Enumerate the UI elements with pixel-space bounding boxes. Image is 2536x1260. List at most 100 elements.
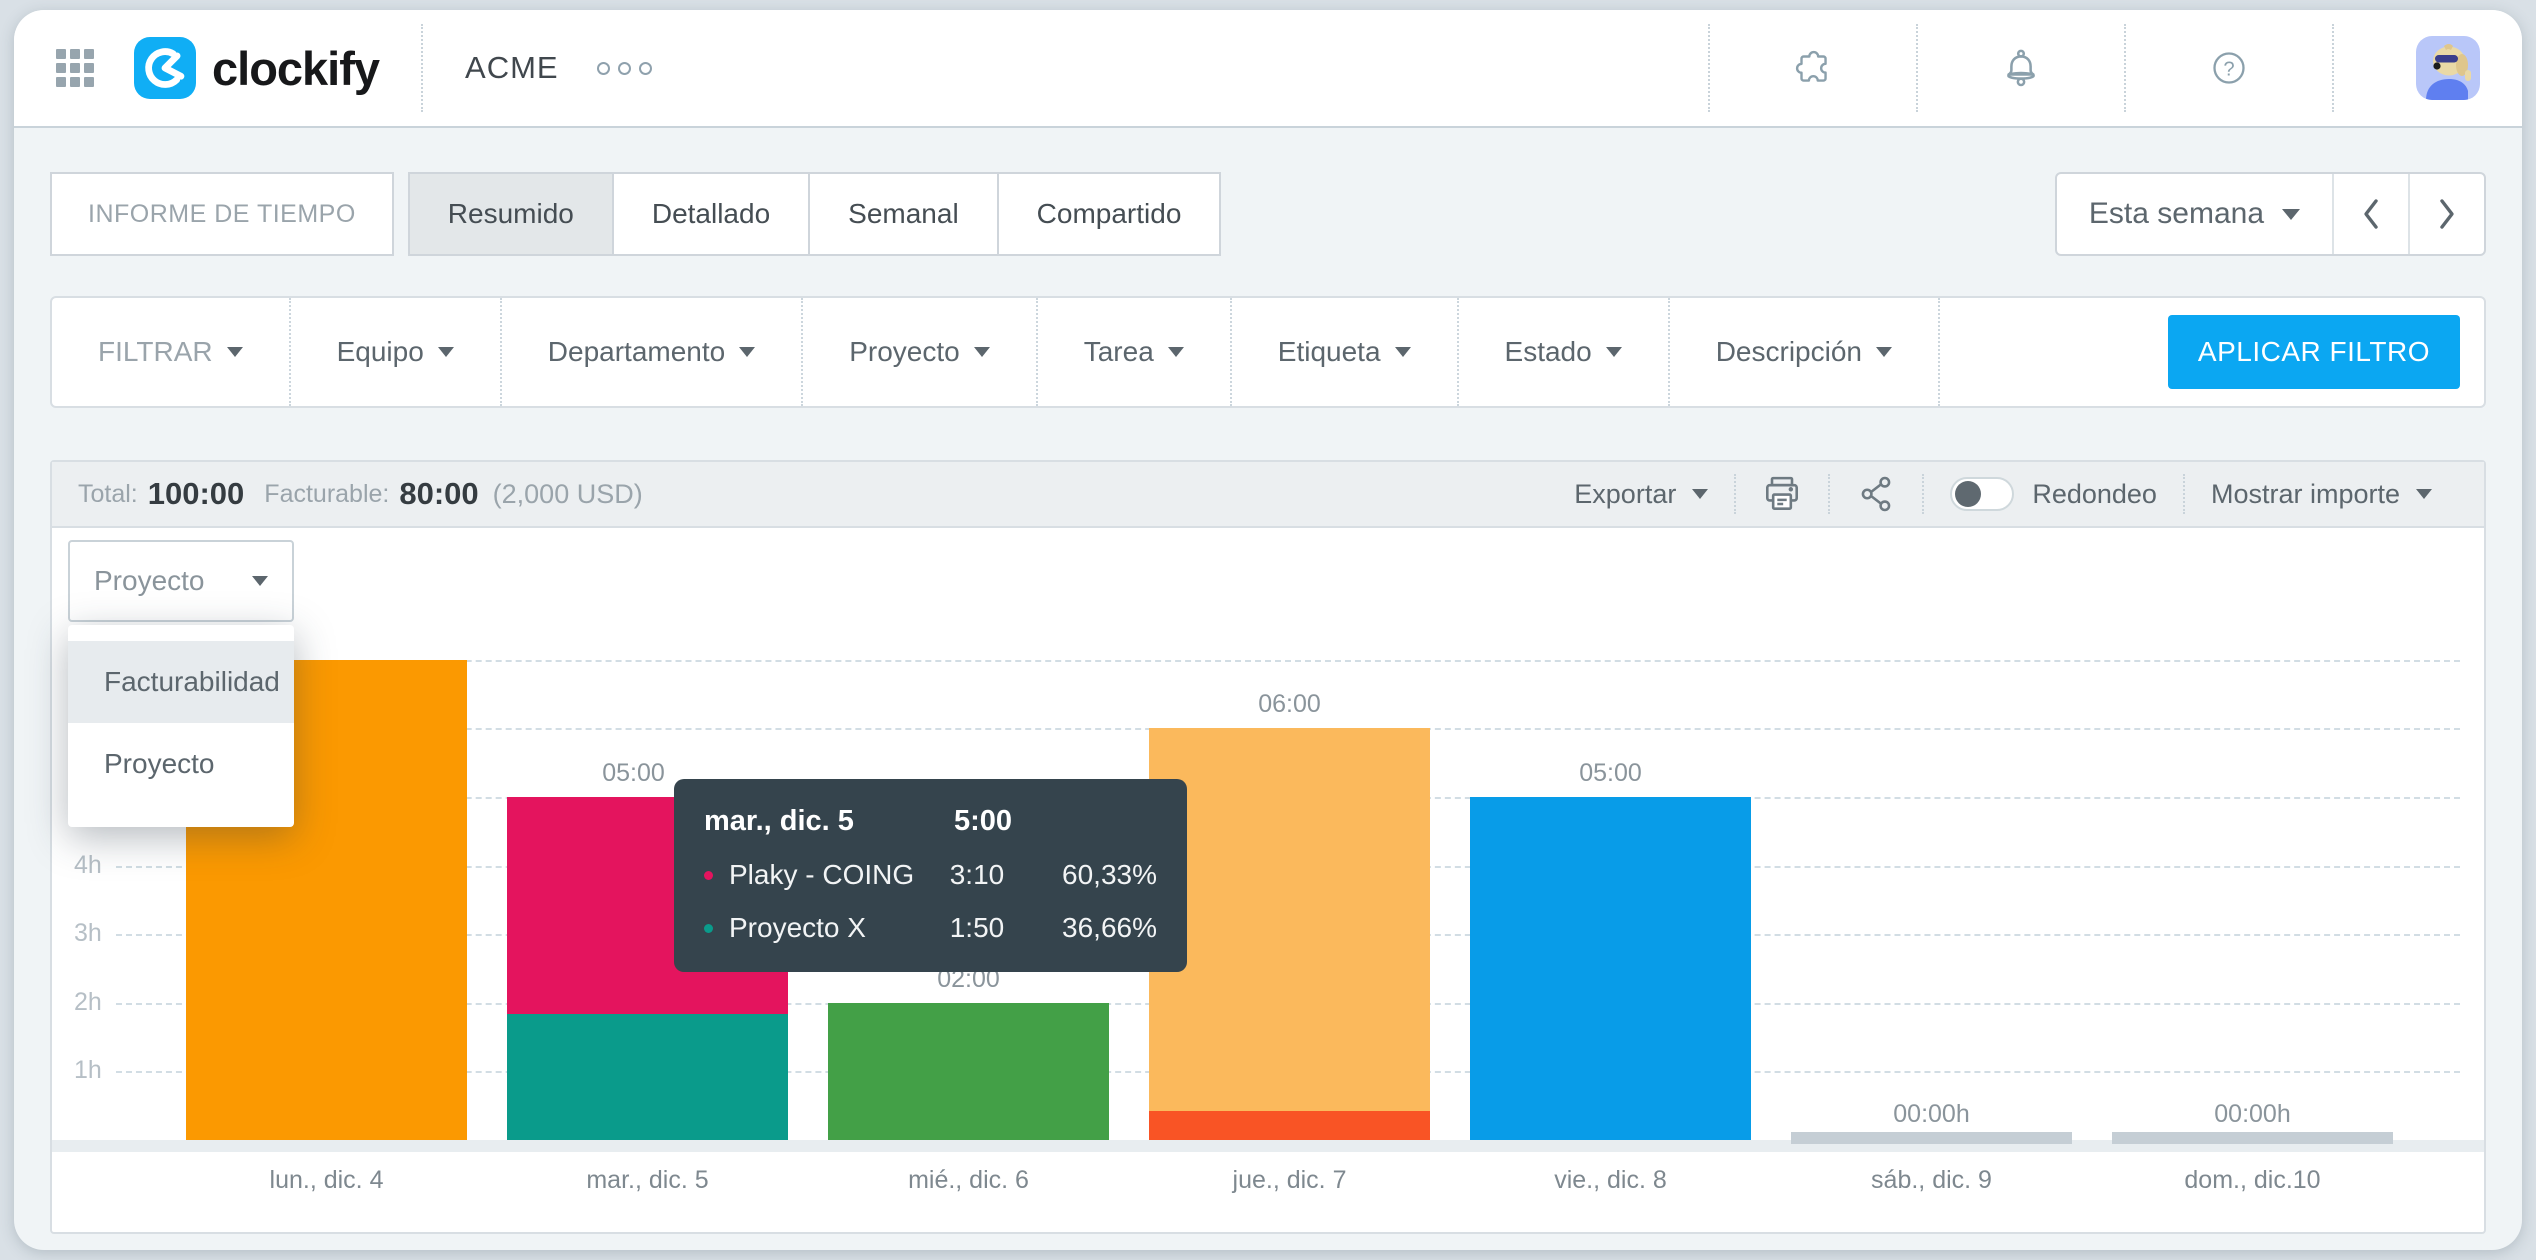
bar-value-label-4: 05:00 <box>1470 759 1751 788</box>
notifications-bell-icon[interactable] <box>1960 48 2082 88</box>
filter-item-descripción[interactable]: Descripción <box>1670 298 1940 406</box>
workspace-name[interactable]: ACME <box>465 50 559 86</box>
chevron-down-icon <box>1395 347 1411 357</box>
y-axis-tick-4h: 4h <box>74 851 120 880</box>
tab-detallado[interactable]: Detallado <box>612 172 810 256</box>
filter-item-departamento[interactable]: Departamento <box>502 298 803 406</box>
print-button[interactable] <box>1736 462 1828 526</box>
total-value: 100:00 <box>148 476 245 512</box>
billable-label: Facturable: <box>264 480 389 509</box>
filter-item-tarea[interactable]: Tarea <box>1038 298 1232 406</box>
tab-resumido[interactable]: Resumido <box>408 172 614 256</box>
tooltip-project-time: 3:10 <box>950 859 1062 891</box>
export-label: Exportar <box>1574 479 1676 510</box>
chart-tooltip: mar., dic. 5 5:00 Plaky - COING3:1060,33… <box>674 779 1187 972</box>
x-axis-label-5: sáb., dic. 9 <box>1791 1166 2072 1195</box>
divider <box>421 24 423 112</box>
chevron-down-icon <box>1168 347 1184 357</box>
divider <box>1916 24 1918 112</box>
filter-item-estado[interactable]: Estado <box>1459 298 1670 406</box>
previous-period-button[interactable] <box>2332 174 2408 254</box>
billable-amount: (2,000 USD) <box>493 479 643 510</box>
rounding-label: Redondeo <box>2032 479 2157 510</box>
date-range-label: Esta semana <box>2089 197 2264 231</box>
tooltip-project-percent: 60,33% <box>1062 859 1157 891</box>
apply-filter-button[interactable]: APLICAR FILTRO <box>2168 315 2460 389</box>
chevron-down-icon <box>974 347 990 357</box>
svg-text:?: ? <box>2223 59 2234 81</box>
tooltip-project-percent: 36,66% <box>1062 912 1157 944</box>
chevron-down-icon <box>1876 347 1892 357</box>
app-window: clockify ACME <box>14 10 2522 1250</box>
filter-item-label: Tarea <box>1084 336 1154 368</box>
bar-2[interactable] <box>828 1003 1109 1140</box>
tab-semanal[interactable]: Semanal <box>808 172 999 256</box>
chevron-down-icon <box>252 576 268 586</box>
y-axis-tick-1h: 1h <box>74 1056 120 1085</box>
filter-item-label: Proyecto <box>849 336 960 368</box>
filter-item-label: Descripción <box>1716 336 1862 368</box>
top-bar: clockify ACME <box>14 10 2522 128</box>
tooltip-header: mar., dic. 5 5:00 <box>704 805 1157 838</box>
grouping-selected-value: Proyecto <box>94 565 205 597</box>
chevron-down-icon <box>1692 489 1708 499</box>
project-color-dot <box>704 871 713 880</box>
chevron-down-icon <box>438 347 454 357</box>
share-button[interactable] <box>1830 462 1922 526</box>
chevron-down-icon <box>2282 209 2300 220</box>
grouping-select[interactable]: Proyecto <box>68 540 294 622</box>
report-tabs: ResumidoDetalladoSemanalCompartido <box>410 172 1222 256</box>
workspace-overflow-icon[interactable] <box>597 62 652 75</box>
bar-segment-green <box>828 1003 1109 1140</box>
filter-item-label: Estado <box>1505 336 1592 368</box>
user-avatar[interactable] <box>2416 36 2480 100</box>
filter-item-label: Etiqueta <box>1278 336 1381 368</box>
bar-4[interactable] <box>1470 797 1751 1140</box>
filter-menu-button[interactable]: FILTRAR <box>52 298 291 406</box>
x-axis-label-6: dom., dic.10 <box>2112 1166 2393 1195</box>
filter-items: Equipo Departamento Proyecto Tarea Etiqueta E… <box>291 298 1940 406</box>
show-amount-dropdown[interactable]: Mostrar importe <box>2185 462 2458 526</box>
help-icon[interactable]: ? <box>2168 47 2290 89</box>
filter-item-etiqueta[interactable]: Etiqueta <box>1232 298 1459 406</box>
next-period-button[interactable] <box>2408 174 2484 254</box>
clockify-logo-icon[interactable] <box>134 37 196 99</box>
chevron-down-icon <box>1606 347 1622 357</box>
divider <box>1708 24 1710 112</box>
chart-plot: Proyecto FacturabilidadProyecto mar., di… <box>52 528 2484 1232</box>
report-card: Total: 100:00 Facturable: 80:00 (2,000 U… <box>50 460 2486 1234</box>
rounding-toggle[interactable] <box>1950 477 2014 511</box>
bar-value-label-3: 06:00 <box>1149 690 1430 719</box>
chevron-down-icon <box>227 347 243 357</box>
bar-value-label-5: 00:00h <box>1791 1100 2072 1129</box>
grouping-option-proyecto[interactable]: Proyecto <box>68 723 294 805</box>
bar-segment-red_orange <box>1149 1111 1430 1140</box>
x-axis-label-4: vie., dic. 8 <box>1470 1166 1751 1195</box>
bar-3[interactable] <box>1149 728 1430 1140</box>
filter-item-label: Equipo <box>337 336 424 368</box>
export-button[interactable]: Exportar <box>1548 462 1734 526</box>
filter-item-proyecto[interactable]: Proyecto <box>803 298 1038 406</box>
filter-label: FILTRAR <box>98 336 213 368</box>
bar-segment-blue <box>1470 797 1751 1140</box>
tooltip-project-time: 1:50 <box>950 912 1062 944</box>
filter-item-equipo[interactable]: Equipo <box>291 298 502 406</box>
bar-segment-teal <box>507 1014 788 1140</box>
tooltip-project-name: Proyecto X <box>729 912 950 944</box>
tab-compartido[interactable]: Compartido <box>997 172 1222 256</box>
divider <box>2332 24 2334 112</box>
tooltip-row: Proyecto X1:5036,66% <box>704 912 1157 944</box>
bar-zero-5[interactable] <box>1791 1132 2072 1144</box>
bar-zero-6[interactable] <box>2112 1132 2393 1144</box>
total-label: Total: <box>78 480 138 509</box>
grouping-menu: FacturabilidadProyecto <box>68 625 294 827</box>
apps-grid-icon[interactable] <box>56 49 94 87</box>
date-range-button[interactable]: Esta semana <box>2057 174 2332 254</box>
top-right-actions: ? <box>1666 10 2480 126</box>
y-axis-tick-2h: 2h <box>74 988 120 1017</box>
x-axis-label-2: mié., dic. 6 <box>828 1166 1109 1195</box>
integrations-puzzle-icon[interactable] <box>1752 47 1874 89</box>
chevron-down-icon <box>739 347 755 357</box>
grouping-option-facturabilidad[interactable]: Facturabilidad <box>68 641 294 723</box>
report-content: INFORME DE TIEMPO ResumidoDetalladoSeman… <box>14 172 2522 1234</box>
